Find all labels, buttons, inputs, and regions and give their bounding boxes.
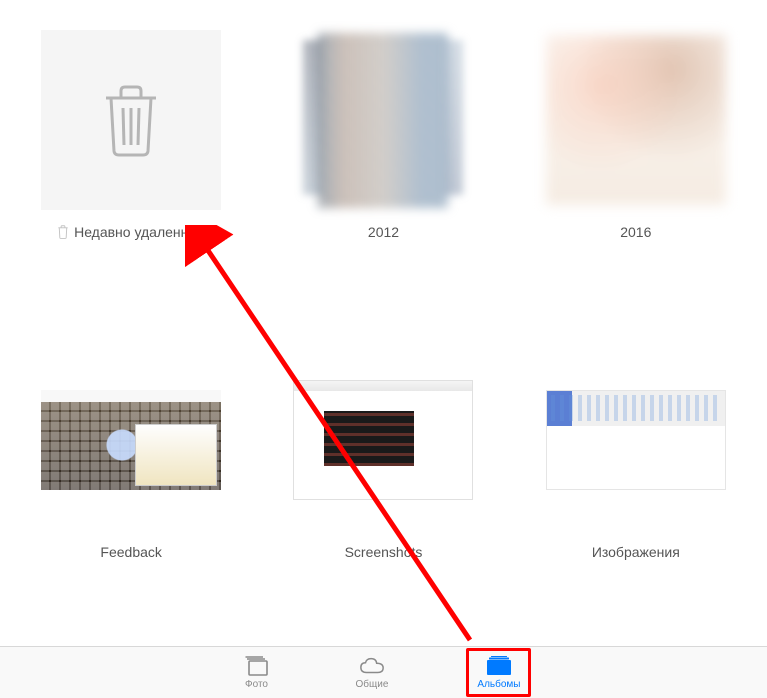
tab-label: Альбомы	[477, 679, 520, 690]
album-label: Изображения	[592, 544, 680, 560]
album-label: Screenshots	[345, 544, 423, 560]
album-thumb-screenshots	[293, 350, 473, 530]
album-label: 2012	[368, 224, 399, 240]
album-thumb-2016	[546, 30, 726, 210]
album-images[interactable]: Изображения	[535, 350, 737, 615]
album-feedback[interactable]: Feedback	[30, 350, 232, 615]
album-screenshots[interactable]: Screenshots	[282, 350, 484, 615]
album-thumb-2012	[293, 30, 473, 210]
album-label: Недавно удаленные	[74, 224, 206, 240]
album-recently-deleted[interactable]: Недавно удаленные	[30, 30, 232, 295]
album-label: Feedback	[100, 544, 161, 560]
albums-grid: Недавно удаленные 2012 2016 Feedback Scr…	[0, 0, 767, 615]
tab-albums[interactable]: Альбомы	[466, 648, 531, 697]
tab-photos[interactable]: Фото	[236, 651, 278, 694]
albums-icon	[486, 655, 512, 677]
album-thumb-trash	[41, 30, 221, 210]
cloud-icon	[359, 655, 385, 677]
album-2016[interactable]: 2016	[535, 30, 737, 295]
trash-icon-small	[56, 225, 70, 239]
album-thumb-feedback	[41, 350, 221, 530]
album-thumb-images	[546, 350, 726, 530]
tab-bar: Фото Общие Альбомы	[0, 646, 767, 698]
photos-stack-icon	[244, 655, 270, 677]
tab-label: Фото	[245, 679, 268, 690]
tab-shared[interactable]: Общие	[348, 651, 397, 694]
album-label: 2016	[620, 224, 651, 240]
tab-label: Общие	[356, 679, 389, 690]
album-2012[interactable]: 2012	[282, 30, 484, 295]
trash-icon	[101, 83, 161, 158]
album-label-row: Недавно удаленные	[56, 224, 206, 240]
